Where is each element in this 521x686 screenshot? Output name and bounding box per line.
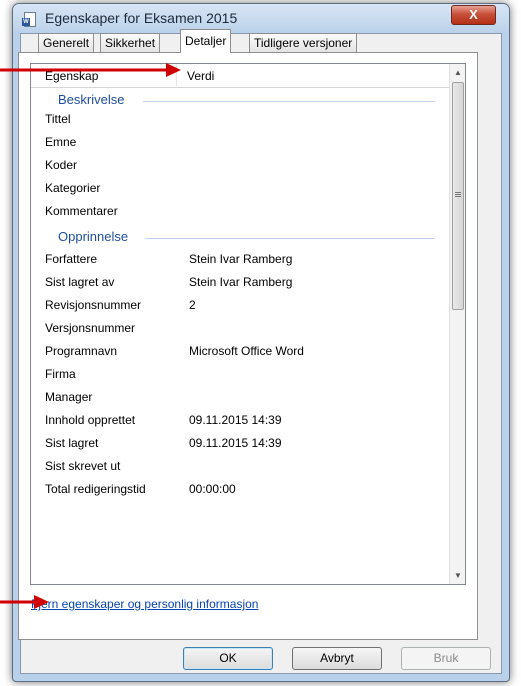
property-value: Stein Ivar Ramberg xyxy=(189,252,293,266)
scroll-up-arrow-icon[interactable]: ▲ xyxy=(450,64,465,81)
property-name: Emne xyxy=(45,135,77,149)
property-name: Manager xyxy=(45,390,93,404)
property-name: Total redigeringstid xyxy=(45,482,146,496)
cancel-button[interactable]: Avbryt xyxy=(292,647,382,670)
property-value: 09.11.2015 14:39 xyxy=(189,413,282,427)
grip-icon xyxy=(455,192,461,193)
table-row[interactable]: Sist lagret 09.11.2015 14:39 xyxy=(45,432,445,454)
property-name: Sist lagret av xyxy=(45,275,115,289)
property-value: Stein Ivar Ramberg xyxy=(189,275,293,289)
group-header-opprinnelse: Opprinnelse xyxy=(58,229,129,244)
property-name: Kommentarer xyxy=(45,204,118,218)
properties-list[interactable]: Egenskap Verdi Beskrivelse Tittel Emne K… xyxy=(30,63,466,585)
table-row[interactable]: Sist lagret av Stein Ivar Ramberg xyxy=(45,271,445,293)
table-row[interactable]: Manager xyxy=(45,386,445,408)
table-row[interactable]: Innhold opprettet 09.11.2015 14:39 xyxy=(45,409,445,431)
column-header-value[interactable]: Verdi xyxy=(187,69,214,83)
table-row[interactable]: Sist skrevet ut xyxy=(45,455,445,477)
vertical-scrollbar[interactable]: ▲ ▼ xyxy=(449,64,465,584)
table-row[interactable]: Kategorier xyxy=(45,177,445,199)
property-name: Innhold opprettet xyxy=(45,413,136,427)
property-value: 09.11.2015 14:39 xyxy=(189,436,282,450)
property-name: Versjonsnummer xyxy=(45,321,136,335)
group-divider xyxy=(143,101,435,102)
table-row[interactable]: Kommentarer xyxy=(45,200,445,222)
table-row[interactable]: Tittel xyxy=(45,108,445,130)
property-name: Firma xyxy=(45,367,76,381)
property-name: Revisjonsnummer xyxy=(45,298,142,312)
title-bar: W Egenskaper for Eksamen 2015 X xyxy=(13,4,509,32)
property-name: Forfattere xyxy=(45,252,98,266)
apply-button: Bruk xyxy=(401,647,491,670)
table-row[interactable]: Programnavn Microsoft Office Word xyxy=(45,340,445,362)
close-button[interactable]: X xyxy=(451,5,496,25)
property-name: Sist skrevet ut xyxy=(45,459,121,473)
group-header-beskrivelse: Beskrivelse xyxy=(58,92,125,107)
table-row[interactable]: Firma xyxy=(45,363,445,385)
scrollbar-thumb[interactable] xyxy=(452,82,464,310)
property-value: 00:00:00 xyxy=(189,482,236,496)
property-name: Koder xyxy=(45,158,78,172)
table-row[interactable]: Versjonsnummer xyxy=(45,317,445,339)
annotation-arrow-icon xyxy=(0,595,49,609)
tab-generelt[interactable]: Generelt xyxy=(38,33,95,52)
scroll-down-arrow-icon[interactable]: ▼ xyxy=(450,567,465,584)
table-row[interactable]: Forfattere Stein Ivar Ramberg xyxy=(45,248,445,270)
property-name: Tittel xyxy=(45,112,71,126)
tab-detaljer[interactable]: Detaljer xyxy=(180,29,232,53)
property-value: Microsoft Office Word xyxy=(189,344,304,358)
ok-button[interactable]: OK xyxy=(183,647,273,670)
window-title: Egenskaper for Eksamen 2015 xyxy=(45,10,238,26)
table-row[interactable]: Emne xyxy=(45,131,445,153)
property-name: Kategorier xyxy=(45,181,101,195)
property-name: Programnavn xyxy=(45,344,118,358)
property-name: Sist lagret xyxy=(45,436,99,450)
table-row[interactable]: Revisjonsnummer 2 xyxy=(45,294,445,316)
group-divider xyxy=(145,238,435,239)
table-row[interactable]: Total redigeringstid 00:00:00 xyxy=(45,478,445,500)
property-value: 2 xyxy=(189,298,196,312)
annotation-arrow-icon xyxy=(0,63,181,77)
remove-properties-link[interactable]: Fjern egenskaper og personlig informasjo… xyxy=(31,597,258,611)
word-document-icon: W xyxy=(22,12,36,27)
tab-tidligere-versjoner[interactable]: Tidligere versjoner xyxy=(249,33,358,52)
tab-sikkerhet[interactable]: Sikkerhet xyxy=(100,33,161,52)
table-row[interactable]: Koder xyxy=(45,154,445,176)
